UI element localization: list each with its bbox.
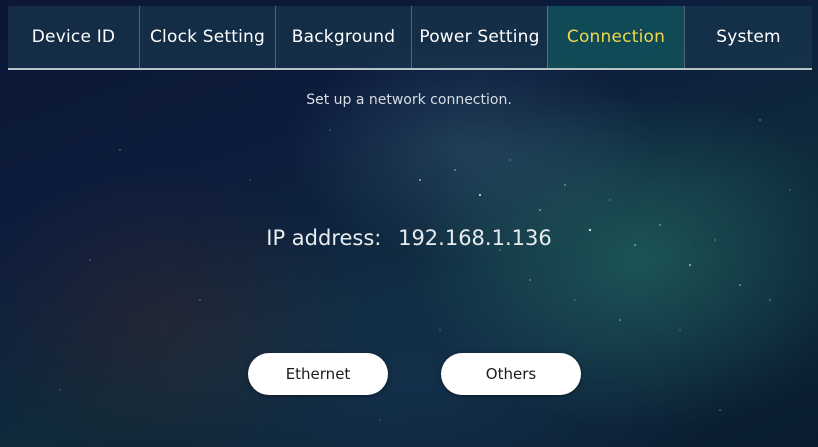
tab-label: Connection <box>566 27 666 47</box>
ethernet-button[interactable]: Ethernet <box>248 353 388 395</box>
tab-connection[interactable]: Connection <box>547 6 684 68</box>
ip-address-value: 192.168.1.136 <box>398 226 552 250</box>
tab-label: Power Setting <box>419 27 540 47</box>
tab-system[interactable]: System <box>684 6 812 68</box>
tab-device-id[interactable]: Device ID <box>8 6 139 68</box>
ip-address-row: IP address: 192.168.1.136 <box>0 226 818 250</box>
tab-label: Background <box>291 27 396 47</box>
tab-label: System <box>716 27 781 47</box>
tab-power-setting[interactable]: Power Setting <box>411 6 547 68</box>
tab-background[interactable]: Background <box>275 6 411 68</box>
tab-label: Device ID <box>31 27 116 47</box>
connection-subtitle: Set up a network connection. <box>306 92 512 108</box>
ip-address-label: IP address: <box>266 226 382 250</box>
tab-label: Clock Setting <box>149 27 266 47</box>
others-button[interactable]: Others <box>441 353 581 395</box>
tab-clock-setting[interactable]: Clock Setting <box>139 6 275 68</box>
settings-screen: Device ID Clock Setting Background Power… <box>0 0 818 447</box>
settings-tab-bar: Device ID Clock Setting Background Power… <box>8 6 812 70</box>
